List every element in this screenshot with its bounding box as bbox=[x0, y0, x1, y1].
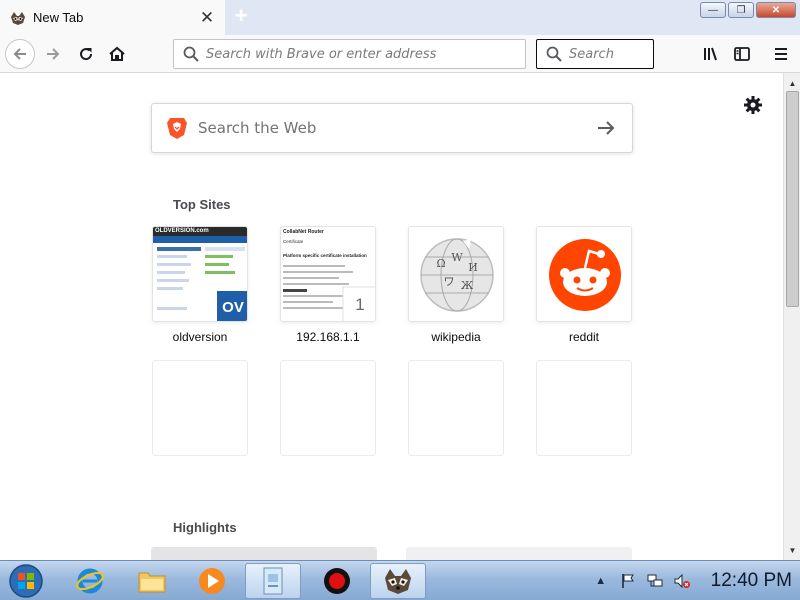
top-site-oldversion[interactable]: OV OLDVERSION.com bbox=[152, 226, 248, 322]
network-icon[interactable] bbox=[646, 572, 664, 590]
windows-taskbar: ▲ 12:40 PM bbox=[0, 560, 800, 600]
reload-button[interactable] bbox=[71, 39, 101, 69]
document-app-icon bbox=[263, 567, 283, 595]
arrow-right-icon[interactable] bbox=[594, 116, 618, 140]
new-tab-button[interactable]: + bbox=[229, 5, 253, 29]
taskbar-media-player[interactable] bbox=[184, 563, 240, 599]
volume-muted-icon[interactable] bbox=[673, 572, 691, 590]
oldversion-header: OLDVERSION.com bbox=[155, 228, 209, 234]
system-tray: ▲ 12:40 PM bbox=[583, 561, 792, 600]
start-orb-icon[interactable] bbox=[6, 562, 46, 600]
highlight-card[interactable] bbox=[406, 547, 632, 560]
top-site-label: 192.168.1.1 bbox=[296, 330, 360, 344]
tab-title: New Tab bbox=[33, 10, 84, 25]
top-site-label: oldversion bbox=[172, 330, 228, 344]
tab-strip: New Tab ✕ + — ❐ ✕ bbox=[0, 0, 800, 35]
taskbar-clock[interactable]: 12:40 PM bbox=[711, 570, 792, 592]
router-header: CollabNet Router bbox=[283, 229, 324, 235]
web-search-box[interactable] bbox=[151, 103, 633, 153]
top-site-wikipedia[interactable]: ΩWИワЖ bbox=[408, 226, 504, 322]
top-site-placeholder bbox=[408, 360, 504, 456]
web-search-input[interactable] bbox=[198, 119, 594, 137]
arrow-right-icon bbox=[47, 48, 60, 60]
reload-icon bbox=[80, 48, 93, 61]
svg-text:Ω: Ω bbox=[436, 257, 445, 270]
top-site-router[interactable]: CollabNet Router Certificate Platform sp… bbox=[280, 226, 376, 322]
router-line: Platform specific certificate installati… bbox=[283, 253, 367, 258]
hamburger-menu-icon bbox=[775, 48, 787, 60]
maximize-button[interactable]: ❐ bbox=[728, 2, 754, 18]
page-scrollbar[interactable]: ▲ ▼ bbox=[783, 73, 800, 560]
taskbar-brave[interactable] bbox=[370, 563, 426, 599]
search-box[interactable] bbox=[536, 39, 654, 69]
new-tab-page: Top Sites OV OLDVERSION.com oldversion C… bbox=[0, 73, 783, 560]
top-site-placeholder bbox=[280, 360, 376, 456]
minimize-button[interactable]: — bbox=[700, 2, 726, 18]
navigation-toolbar bbox=[0, 35, 800, 73]
home-icon bbox=[109, 46, 125, 61]
brave-lion-icon bbox=[167, 118, 187, 139]
address-input[interactable] bbox=[206, 46, 525, 62]
taskbar-record-app[interactable] bbox=[309, 563, 365, 599]
top-sites-heading: Top Sites bbox=[173, 197, 231, 212]
top-site-placeholder bbox=[152, 360, 248, 456]
reddit-alien-icon bbox=[537, 227, 631, 321]
scroll-down-icon[interactable]: ▼ bbox=[785, 542, 800, 558]
router-line: Certificate bbox=[283, 239, 304, 244]
scroll-thumb[interactable] bbox=[786, 91, 799, 307]
svg-text:Ж: Ж bbox=[461, 279, 474, 292]
sidebar-button[interactable] bbox=[727, 39, 757, 69]
router-badge: 1 bbox=[355, 295, 365, 314]
record-app-icon bbox=[324, 568, 350, 594]
close-window-button[interactable]: ✕ bbox=[756, 2, 796, 18]
library-button[interactable] bbox=[696, 39, 726, 69]
top-site-label: reddit bbox=[568, 330, 600, 344]
tab-new-tab[interactable]: New Tab ✕ bbox=[0, 0, 225, 35]
taskbar-document-app[interactable] bbox=[245, 563, 301, 599]
svg-text:И: И bbox=[468, 261, 478, 274]
svg-text:ワ: ワ bbox=[444, 275, 455, 288]
sidebar-icon bbox=[734, 47, 750, 61]
menu-button[interactable] bbox=[766, 39, 796, 69]
home-button[interactable] bbox=[102, 39, 132, 69]
file-explorer-icon bbox=[138, 572, 166, 593]
wikipedia-globe-icon: Ω WИワ Ж bbox=[409, 227, 503, 321]
internet-explorer-icon bbox=[76, 568, 104, 594]
library-icon bbox=[704, 47, 717, 61]
svg-text:W: W bbox=[451, 251, 463, 264]
scroll-up-icon[interactable]: ▲ bbox=[785, 75, 800, 91]
window-controls: — ❐ ✕ bbox=[698, 2, 796, 18]
search-icon bbox=[183, 46, 199, 62]
highlights-heading: Highlights bbox=[173, 520, 237, 535]
top-site-placeholder bbox=[536, 360, 632, 456]
oldversion-badge: OV bbox=[222, 298, 244, 316]
taskbar-file-explorer[interactable] bbox=[124, 563, 180, 599]
address-bar[interactable] bbox=[173, 39, 526, 69]
forward-button[interactable] bbox=[38, 39, 68, 69]
close-tab-icon[interactable]: ✕ bbox=[197, 8, 217, 28]
taskbar-internet-explorer[interactable] bbox=[62, 563, 118, 599]
brave-raccoon-icon bbox=[385, 569, 411, 594]
brave-raccoon-icon bbox=[11, 11, 25, 25]
highlight-card[interactable] bbox=[151, 547, 377, 560]
gear-icon[interactable] bbox=[742, 94, 764, 116]
search-input[interactable] bbox=[569, 46, 653, 62]
back-button[interactable] bbox=[5, 39, 35, 69]
arrow-left-icon bbox=[13, 48, 26, 60]
top-site-label: wikipedia bbox=[431, 330, 481, 344]
media-player-icon bbox=[199, 568, 225, 594]
search-icon bbox=[546, 46, 562, 62]
show-hidden-icons-icon[interactable]: ▲ bbox=[592, 572, 610, 590]
top-site-reddit[interactable] bbox=[536, 226, 632, 322]
action-center-flag-icon[interactable] bbox=[619, 572, 637, 590]
